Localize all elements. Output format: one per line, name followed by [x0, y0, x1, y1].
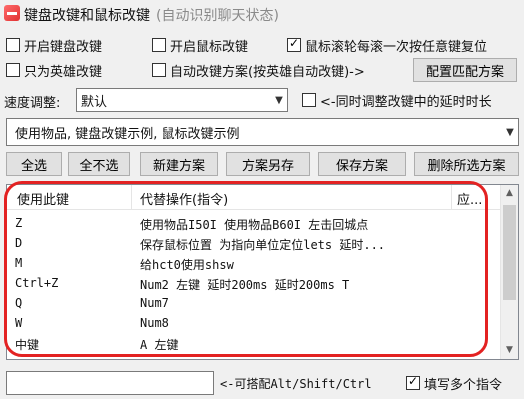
column-header-other[interactable]: 应... — [457, 189, 482, 208]
enable-keyboard-box[interactable] — [6, 38, 20, 52]
scroll-up-icon[interactable]: ▲ — [501, 185, 518, 202]
enable-keyboard-label: 开启键盘改键 — [24, 39, 103, 55]
select-all-button[interactable]: 全选 — [6, 152, 62, 176]
wheel-repeat-checkbox[interactable]: 鼠标滚轮每滚一次按任意键复位 — [287, 35, 487, 55]
table-header: 使用此键 代替操作(指令) 应... — [7, 185, 503, 210]
table-row[interactable]: Q Num7 — [7, 295, 503, 313]
auto-scheme-box[interactable] — [152, 63, 166, 77]
row-key: W — [15, 316, 23, 330]
key-input[interactable] — [6, 371, 214, 395]
row-action: Num8 — [140, 316, 169, 330]
row-action: 给hct0使用shsw — [140, 258, 234, 272]
hero-only-box[interactable] — [6, 63, 20, 77]
vertical-scrollbar[interactable]: ▲ ▼ — [500, 185, 518, 359]
auto-scheme-checkbox[interactable]: 自动改键方案(按英雄自动改键)-> — [152, 60, 365, 80]
chevron-down-icon[interactable]: ▼ — [271, 95, 287, 106]
multi-command-label: 填写多个指令 — [424, 377, 503, 393]
row-action: Num2 左键 延时200ms 延时200ms T — [140, 278, 350, 292]
key-mapping-table[interactable]: 使用此键 代替操作(指令) 应... Z 使用物品I50I 使用物品B60I 左… — [6, 184, 519, 360]
window-title-text: 键盘改键和鼠标改键 — [24, 8, 150, 24]
row-key: M — [15, 256, 23, 270]
column-divider[interactable] — [131, 185, 132, 209]
modifier-hint: <-可搭配Alt/Shift/Ctrl — [220, 377, 372, 391]
scroll-down-icon[interactable]: ▼ — [501, 342, 518, 359]
table-row[interactable]: M 给hct0使用shsw — [7, 255, 503, 273]
delete-selected-button[interactable]: 删除所选方案 — [414, 152, 519, 176]
row-key: Z — [15, 216, 23, 230]
row-key: 中键 — [15, 338, 40, 352]
row-action: Num7 — [140, 296, 169, 310]
config-match-scheme-button[interactable]: 配置匹配方案 — [413, 58, 517, 82]
wheel-repeat-box[interactable] — [287, 36, 301, 52]
multi-command-checkbox[interactable]: 填写多个指令 — [406, 373, 502, 393]
enable-keyboard-checkbox[interactable]: 开启键盘改键 — [6, 35, 102, 55]
wheel-repeat-label: 鼠标滚轮每滚一次按任意键复位 — [305, 39, 488, 55]
select-none-button[interactable]: 全不选 — [68, 152, 130, 176]
speed-label: 速度调整: — [4, 96, 61, 111]
column-divider[interactable] — [451, 185, 452, 209]
hero-only-label: 只为英雄改键 — [24, 64, 103, 80]
window-title-hint: (自动识别聊天状态) — [156, 8, 279, 24]
app-icon — [4, 5, 20, 21]
column-header-action[interactable]: 代替操作(指令) — [140, 189, 228, 208]
new-scheme-button[interactable]: 新建方案 — [140, 152, 218, 176]
row-action: 使用物品I50I 使用物品B60I 左击回城点 — [140, 218, 369, 232]
window-title: 键盘改键和鼠标改键 (自动识别聊天状态) — [24, 5, 279, 25]
row-key: Q — [15, 296, 23, 310]
scheme-select-value: 使用物品, 键盘改键示例, 鼠标改键示例 — [15, 126, 240, 142]
table-row[interactable]: W Num8 — [7, 315, 503, 333]
scheme-select[interactable]: 使用物品, 键盘改键示例, 鼠标改键示例 ▼ — [6, 118, 519, 146]
sync-delay-label: <-同时调整改键中的延时时长 — [320, 94, 492, 110]
row-action: 保存鼠标位置 为指向单位定位lets 延时... — [140, 238, 386, 252]
save-as-button[interactable]: 方案另存 — [226, 152, 310, 176]
table-row[interactable]: D 保存鼠标位置 为指向单位定位lets 延时... — [7, 235, 503, 253]
column-header-key[interactable]: 使用此键 — [17, 189, 69, 208]
table-row[interactable]: Z 使用物品I50I 使用物品B60I 左击回城点 — [7, 215, 503, 233]
sync-delay-checkbox[interactable]: <-同时调整改键中的延时时长 — [302, 90, 492, 110]
chevron-down-icon[interactable]: ▼ — [502, 127, 518, 138]
row-key: Ctrl+Z — [15, 276, 59, 290]
multi-command-box[interactable] — [406, 374, 420, 390]
enable-mouse-checkbox[interactable]: 开启鼠标改键 — [152, 35, 248, 55]
auto-scheme-label: 自动改键方案(按英雄自动改键)-> — [170, 64, 365, 80]
enable-mouse-box[interactable] — [152, 38, 166, 52]
speed-select-value: 默认 — [81, 94, 108, 110]
sync-delay-box[interactable] — [302, 93, 316, 107]
row-key: D — [15, 236, 23, 250]
save-scheme-button[interactable]: 保存方案 — [318, 152, 406, 176]
speed-select[interactable]: 默认 ▼ — [76, 88, 288, 112]
title-bar: 键盘改键和鼠标改键 (自动识别聊天状态) — [0, 0, 524, 28]
hero-only-checkbox[interactable]: 只为英雄改键 — [6, 60, 102, 80]
table-row[interactable]: 中键 A 左键 — [7, 335, 503, 353]
row-action: A 左键 — [140, 338, 179, 352]
enable-mouse-label: 开启鼠标改键 — [170, 39, 249, 55]
table-row[interactable]: Ctrl+Z Num2 左键 延时200ms 延时200ms T — [7, 275, 503, 293]
scrollbar-thumb[interactable] — [503, 205, 516, 300]
